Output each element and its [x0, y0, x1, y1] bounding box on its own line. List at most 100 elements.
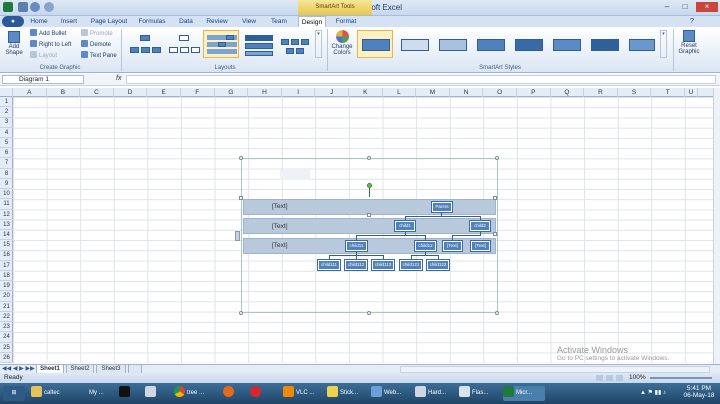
taskbar-item-tasks[interactable]: [145, 386, 167, 401]
tab-review[interactable]: Review: [203, 16, 231, 27]
taskbar-item-web[interactable]: Web...: [371, 386, 411, 401]
layout-button[interactable]: Layout: [30, 51, 57, 61]
resize-handle[interactable]: [367, 156, 371, 160]
insert-function-icon[interactable]: fx: [116, 75, 121, 82]
diagram-node-child11[interactable]: child11: [345, 240, 368, 252]
maximize-button[interactable]: □: [678, 2, 692, 12]
taskbar-item-excel[interactable]: Micr...: [503, 386, 545, 401]
column-header[interactable]: Q: [551, 88, 585, 97]
row-header[interactable]: 16: [0, 250, 13, 261]
tab-home[interactable]: Home: [28, 16, 50, 27]
diagram-node-child111[interactable]: child111: [317, 259, 341, 271]
layouts-more-button[interactable]: ▾: [315, 30, 322, 58]
column-header[interactable]: K: [349, 88, 383, 97]
column-header[interactable]: B: [47, 88, 81, 97]
tab-data[interactable]: Data: [175, 16, 197, 27]
column-header[interactable]: L: [383, 88, 417, 97]
row-header[interactable]: 18: [0, 271, 13, 282]
level-label-2[interactable]: [Text]: [272, 223, 288, 230]
right-to-left-button[interactable]: Right to Left: [30, 40, 71, 50]
diagram-node-child113[interactable]: child113: [371, 259, 395, 271]
add-shape-button[interactable]: Add Shape: [3, 30, 25, 60]
row-header[interactable]: 11: [0, 199, 13, 210]
taskbar-item-firefox[interactable]: [223, 386, 241, 401]
tab-design[interactable]: Design: [298, 16, 326, 27]
zoom-level[interactable]: 100%: [629, 373, 646, 383]
diagram-node-parent[interactable]: Parent: [431, 201, 453, 213]
row-header[interactable]: 1: [0, 97, 13, 108]
row-header[interactable]: 12: [0, 210, 13, 220]
band-handle[interactable]: [493, 232, 497, 236]
column-header[interactable]: C: [80, 88, 114, 97]
column-header[interactable]: D: [114, 88, 148, 97]
layout-gallery-item-3-selected[interactable]: [203, 30, 239, 58]
row-header[interactable]: 2: [0, 107, 13, 118]
taskbar-item-my[interactable]: My ...: [89, 386, 117, 401]
text-pane-button[interactable]: Text Pane: [81, 51, 117, 61]
diagram-node-child122[interactable]: child122: [426, 259, 450, 271]
resize-handle[interactable]: [495, 311, 499, 315]
row-header[interactable]: 9: [0, 179, 13, 190]
band-handle[interactable]: [239, 196, 243, 200]
tab-page-layout[interactable]: Page Layout: [88, 16, 130, 27]
band-handle[interactable]: [367, 213, 371, 217]
styles-more-button[interactable]: ▾: [660, 30, 667, 58]
add-bullet-button[interactable]: Add Bullet: [30, 29, 66, 39]
resize-handle[interactable]: [367, 311, 371, 315]
diagram-node-child12[interactable]: child12: [414, 240, 437, 252]
diagram-node-child2[interactable]: child2: [469, 220, 491, 232]
level-label-3[interactable]: [Text]: [272, 242, 288, 249]
taskbar-item-stop[interactable]: [250, 386, 266, 401]
tab-view[interactable]: View: [237, 16, 261, 27]
column-header[interactable]: T: [651, 88, 685, 97]
start-button[interactable]: ⊞: [3, 386, 25, 401]
select-all-corner[interactable]: [0, 88, 13, 97]
reset-graphic-button[interactable]: Reset Graphic: [676, 30, 702, 64]
column-header[interactable]: M: [416, 88, 450, 97]
row-header[interactable]: 19: [0, 281, 13, 292]
row-header[interactable]: 24: [0, 332, 13, 343]
level-label-1[interactable]: [Text]: [272, 203, 288, 210]
vertical-scrollbar[interactable]: [713, 88, 720, 364]
text-pane-toggle[interactable]: [235, 231, 240, 241]
column-header[interactable]: P: [517, 88, 551, 97]
resize-handle[interactable]: [239, 311, 243, 315]
zoom-slider[interactable]: [650, 377, 712, 379]
row-header[interactable]: 7: [0, 158, 13, 169]
diagram-node-child112[interactable]: child112: [344, 259, 368, 271]
style-gallery-item-3[interactable]: [434, 30, 470, 58]
tab-team[interactable]: Team: [266, 16, 292, 27]
row-header[interactable]: 13: [0, 220, 13, 231]
layout-gallery-item-1[interactable]: [125, 30, 163, 58]
demote-button[interactable]: Demote: [81, 40, 111, 50]
style-gallery-item-1-selected[interactable]: [357, 30, 393, 58]
row-header[interactable]: 26: [0, 353, 13, 364]
close-button[interactable]: ×: [696, 2, 718, 12]
layout-gallery-item-2[interactable]: [164, 30, 202, 58]
row-header[interactable]: 21: [0, 302, 13, 312]
column-header[interactable]: U: [685, 88, 698, 97]
help-icon[interactable]: ?: [690, 18, 694, 25]
row-header[interactable]: 3: [0, 117, 13, 128]
band-handle[interactable]: [493, 196, 497, 200]
resize-handle[interactable]: [495, 156, 499, 160]
taskbar-item-vlc[interactable]: VLC ...: [283, 386, 323, 401]
column-header[interactable]: H: [248, 88, 282, 97]
row-header[interactable]: 15: [0, 240, 13, 251]
column-header[interactable]: N: [450, 88, 484, 97]
taskbar-item-chrome[interactable]: tree ...: [174, 386, 218, 401]
style-gallery-item-6[interactable]: [548, 30, 584, 58]
style-gallery-item-8[interactable]: [624, 30, 658, 58]
row-header[interactable]: 23: [0, 322, 13, 333]
row-header[interactable]: 4: [0, 128, 13, 138]
column-header[interactable]: S: [618, 88, 652, 97]
style-gallery-item-7[interactable]: [586, 30, 622, 58]
tray-icons[interactable]: ▲ ⚑ ▮▮ ♪: [640, 389, 666, 396]
diagram-node-child1[interactable]: child1: [394, 220, 416, 232]
promote-button[interactable]: Promote: [81, 29, 113, 39]
column-header[interactable]: J: [315, 88, 349, 97]
resize-handle[interactable]: [239, 156, 243, 160]
office-button[interactable]: ●: [2, 16, 24, 27]
change-colors-button[interactable]: Change Colors: [330, 30, 354, 64]
tab-insert[interactable]: Insert: [56, 16, 82, 27]
